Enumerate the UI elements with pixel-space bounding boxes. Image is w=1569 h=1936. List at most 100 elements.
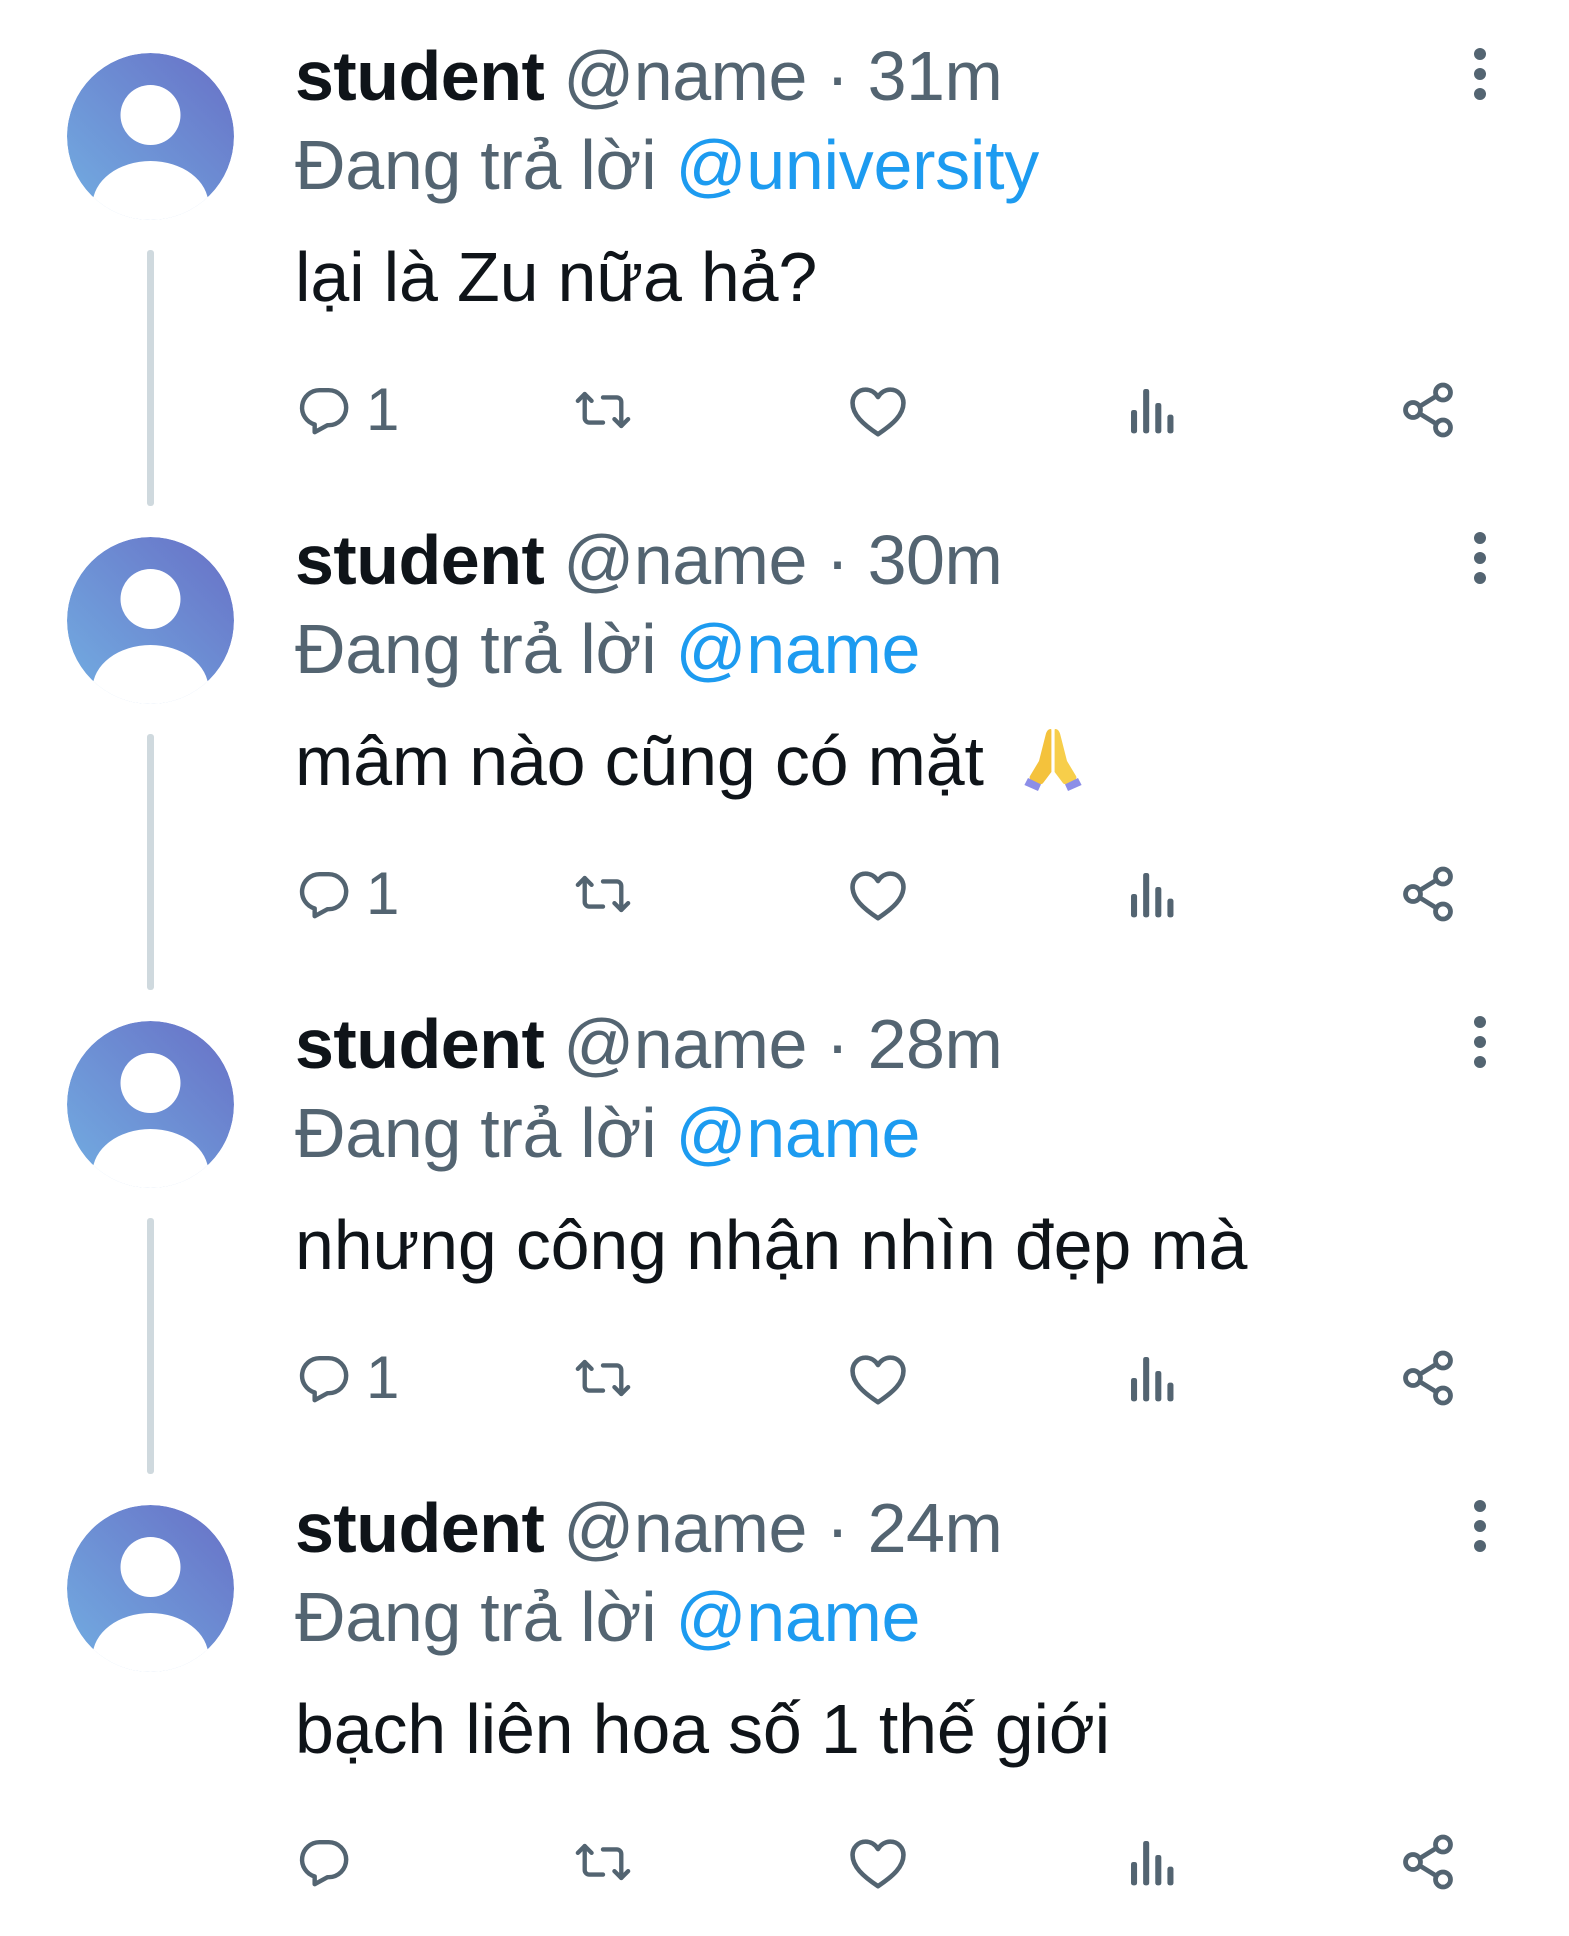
reply-button[interactable] — [296, 1817, 352, 1907]
retweet-icon — [571, 866, 635, 922]
user-handle[interactable]: @name — [563, 1005, 807, 1083]
retweet-button[interactable] — [571, 365, 635, 455]
tweet-actions — [0, 1817, 1569, 1907]
timestamp[interactable]: 31m — [868, 37, 1003, 115]
like-icon — [847, 1350, 909, 1406]
share-icon — [1398, 380, 1458, 440]
separator-dot: · — [825, 1489, 849, 1567]
tweet-item[interactable]: student @name · 31m Đang trả lời @univer… — [0, 0, 1569, 506]
tweet-text-content: nhưng công nhận nhìn đẹp mà — [295, 1206, 1248, 1284]
reply-icon — [296, 866, 352, 922]
user-handle[interactable]: @name — [563, 521, 807, 599]
display-name[interactable]: student — [295, 1005, 545, 1083]
retweet-icon — [571, 1350, 635, 1406]
reply-count: 1 — [366, 376, 400, 443]
views-icon — [1127, 1350, 1177, 1406]
share-icon — [1398, 1348, 1458, 1408]
retweet-icon — [571, 382, 635, 438]
replying-to-line: Đang trả lời @name — [295, 1577, 920, 1657]
replying-to-handle[interactable]: @name — [676, 1094, 921, 1172]
replying-to-prefix: Đang trả lời — [295, 1094, 657, 1172]
timestamp[interactable]: 28m — [868, 1005, 1003, 1083]
more-icon[interactable] — [1460, 1496, 1500, 1556]
replying-to-line: Đang trả lời @name — [295, 609, 920, 689]
tweet-item[interactable]: student @name · 30m Đang trả lời @name m… — [0, 484, 1569, 990]
views-icon — [1127, 866, 1177, 922]
more-icon[interactable] — [1460, 44, 1500, 104]
tweet-actions: 1 — [0, 365, 1569, 455]
replying-to-line: Đang trả lời @name — [295, 1093, 920, 1173]
views-icon — [1127, 382, 1177, 438]
share-button[interactable] — [1398, 1817, 1458, 1907]
reply-count: 1 — [366, 860, 400, 927]
replying-to-line: Đang trả lời @university — [295, 125, 1039, 205]
avatar-icon[interactable] — [67, 1021, 234, 1188]
retweet-icon — [571, 1834, 635, 1890]
separator-dot: · — [825, 521, 849, 599]
timestamp[interactable]: 30m — [868, 521, 1003, 599]
replying-to-prefix: Đang trả lời — [295, 1578, 657, 1656]
tweet-item[interactable]: student @name · 24m Đang trả lời @name b… — [0, 1452, 1569, 1936]
views-icon — [1127, 1834, 1177, 1890]
tweet-text: mâm nào cũng có mặt — [295, 716, 1093, 806]
replying-to-handle[interactable]: @name — [676, 610, 921, 688]
tweet-actions: 1 — [0, 1333, 1569, 1423]
display-name[interactable]: student — [295, 1489, 545, 1567]
tweet-text-content: mâm nào cũng có mặt — [295, 722, 984, 800]
display-name[interactable]: student — [295, 521, 545, 599]
like-icon — [847, 1834, 909, 1890]
reply-icon — [296, 1350, 352, 1406]
like-button[interactable] — [847, 849, 909, 939]
tweet-header: student @name · 24m — [295, 1488, 1003, 1568]
retweet-button[interactable] — [571, 1333, 635, 1423]
reply-button[interactable]: 1 — [296, 365, 399, 455]
tweet-text-content: bạch liên hoa số 1 thế giới — [295, 1690, 1110, 1768]
views-button[interactable] — [1127, 849, 1177, 939]
like-button[interactable] — [847, 1817, 909, 1907]
retweet-button[interactable] — [571, 1817, 635, 1907]
reply-count: 1 — [366, 1344, 400, 1411]
views-button[interactable] — [1127, 1333, 1177, 1423]
views-button[interactable] — [1127, 365, 1177, 455]
tweet-header: student @name · 28m — [295, 1004, 1003, 1084]
separator-dot: · — [825, 37, 849, 115]
share-button[interactable] — [1398, 849, 1458, 939]
reply-icon — [296, 1834, 352, 1890]
like-button[interactable] — [847, 365, 909, 455]
avatar-icon[interactable] — [67, 1505, 234, 1672]
separator-dot: · — [825, 1005, 849, 1083]
reply-button[interactable]: 1 — [296, 849, 399, 939]
share-button[interactable] — [1398, 365, 1458, 455]
avatar-icon[interactable] — [67, 537, 234, 704]
tweet-header: student @name · 31m — [295, 36, 1003, 116]
retweet-button[interactable] — [571, 849, 635, 939]
timestamp[interactable]: 24m — [868, 1489, 1003, 1567]
more-icon[interactable] — [1460, 528, 1500, 588]
like-icon — [847, 866, 909, 922]
tweet-actions: 1 — [0, 849, 1569, 939]
share-icon — [1398, 864, 1458, 924]
tweet-item[interactable]: student @name · 28m Đang trả lời @name n… — [0, 968, 1569, 1474]
reply-button[interactable]: 1 — [296, 1333, 399, 1423]
views-button[interactable] — [1127, 1817, 1177, 1907]
folded-hands-emoji — [1013, 717, 1093, 797]
tweet-text-content: lại là Zu nữa hả? — [295, 238, 818, 316]
like-button[interactable] — [847, 1333, 909, 1423]
user-handle[interactable]: @name — [563, 1489, 807, 1567]
share-button[interactable] — [1398, 1333, 1458, 1423]
user-handle[interactable]: @name — [563, 37, 807, 115]
reply-icon — [296, 382, 352, 438]
tweet-text: bạch liên hoa số 1 thế giới — [295, 1684, 1110, 1774]
replying-to-handle[interactable]: @name — [676, 1578, 921, 1656]
replying-to-prefix: Đang trả lời — [295, 610, 657, 688]
avatar-icon[interactable] — [67, 53, 234, 220]
replying-to-handle[interactable]: @university — [676, 126, 1040, 204]
more-icon[interactable] — [1460, 1012, 1500, 1072]
tweet-header: student @name · 30m — [295, 520, 1003, 600]
tweet-text: lại là Zu nữa hả? — [295, 232, 817, 322]
display-name[interactable]: student — [295, 37, 545, 115]
tweet-text: nhưng công nhận nhìn đẹp mà — [295, 1200, 1247, 1290]
replying-to-prefix: Đang trả lời — [295, 126, 657, 204]
reply-thread: student @name · 31m Đang trả lời @univer… — [0, 0, 1569, 1920]
share-icon — [1398, 1832, 1458, 1892]
